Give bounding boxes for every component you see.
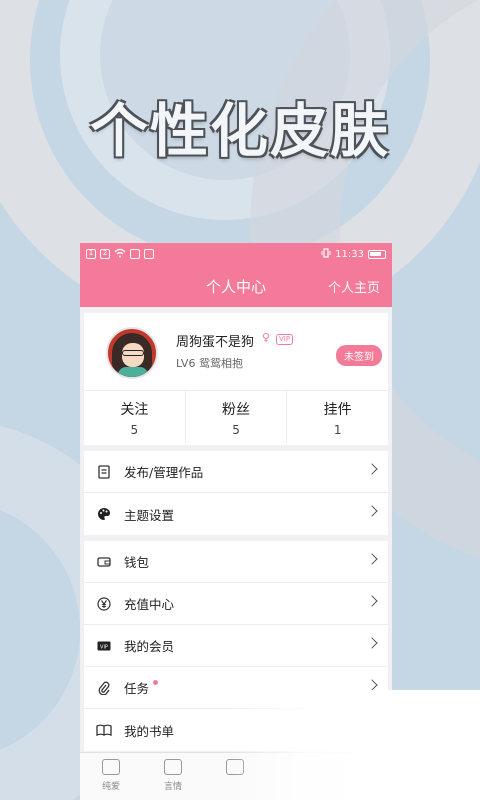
menu-item-label: 我的会员 (124, 639, 175, 654)
palette-icon (96, 506, 112, 522)
chevron-right-icon (366, 553, 378, 565)
stat-following[interactable]: 关注 5 (84, 391, 186, 443)
stat-value: 1 (333, 423, 342, 437)
username: 周狗蛋不是狗 (176, 335, 255, 350)
chevron-right-icon (366, 505, 378, 517)
stat-label: 关注 (120, 402, 149, 418)
tab-pure-love[interactable]: 纯爱 (80, 753, 142, 800)
status-time: 11:33 (335, 248, 364, 260)
white-fade-overlay (230, 690, 480, 800)
yen-coin-icon (96, 596, 112, 612)
top-nav: 个人中心 个人主页 (80, 265, 392, 307)
menu-item-label: 发布/管理作品 (124, 465, 204, 480)
image-icon (130, 249, 140, 259)
document-icon (96, 464, 112, 480)
vip-badge: VIP (276, 334, 294, 345)
sim1-icon: 1 (86, 249, 96, 259)
tab-label: 言情 (163, 782, 182, 792)
menu-item-publish-works[interactable]: 发布/管理作品 (84, 451, 388, 493)
tab-label: 纯爱 (101, 782, 120, 792)
paperclip-icon (96, 680, 112, 696)
battery-icon (368, 249, 386, 259)
menu-item-theme-settings[interactable]: 主题设置 (84, 493, 388, 535)
stat-label: 粉丝 (222, 402, 250, 418)
stat-value: 5 (232, 423, 240, 437)
stat-value: 5 (130, 423, 139, 437)
chevron-right-icon (366, 637, 378, 649)
promo-headline: 个性化皮肤 (89, 97, 390, 165)
wifi-icon (114, 248, 126, 261)
profile-card: 周狗蛋不是狗 ♀ VIP LV6 鸳鸳相抱 未签到 关注 5 粉丝 5 挂件 1 (84, 313, 388, 445)
menu-group-works: 发布/管理作品 主题设置 (84, 451, 388, 535)
menu-item-recharge-center[interactable]: 充值中心 (84, 583, 388, 625)
vip-card-icon: VIP (96, 638, 112, 654)
sim2-icon: 2 (100, 249, 110, 259)
stats-bar: 关注 5 粉丝 5 挂件 1 (84, 391, 388, 443)
status-bar: 1 2 11:33 (80, 243, 392, 265)
menu-item-my-membership[interactable]: VIP 我的会员 (84, 625, 388, 667)
menu-item-label: 充值中心 (124, 597, 175, 612)
wallet-icon (96, 554, 112, 570)
avatar[interactable] (106, 327, 158, 379)
female-gender-icon: ♀ (262, 331, 271, 344)
user-level: LV6 鸳鸳相抱 (176, 357, 243, 370)
tab-romance[interactable]: 言情 (142, 753, 204, 800)
home-icon (102, 759, 120, 775)
menu-item-wallet[interactable]: 钱包 (84, 541, 388, 583)
notification-dot (153, 680, 159, 685)
chevron-right-icon (366, 679, 378, 691)
stat-label: 挂件 (323, 402, 352, 418)
menu-item-label: 钱包 (124, 555, 150, 570)
personal-homepage-link[interactable]: 个人主页 (328, 277, 380, 296)
inbox-icon (164, 759, 182, 775)
chevron-right-icon (366, 595, 378, 607)
sign-in-button[interactable]: 未签到 (336, 345, 382, 366)
menu-item-label: 任务 (124, 681, 150, 696)
stat-pendants[interactable]: 挂件 1 (287, 391, 388, 443)
gallery-icon (144, 249, 154, 259)
chevron-right-icon (366, 463, 378, 475)
menu-item-label: 我的书单 (124, 723, 175, 739)
vibrate-icon (321, 247, 331, 261)
stat-followers[interactable]: 粉丝 5 (186, 391, 288, 443)
book-icon (96, 722, 112, 738)
svg-text:VIP: VIP (100, 644, 108, 650)
menu-item-label: 主题设置 (124, 507, 175, 523)
